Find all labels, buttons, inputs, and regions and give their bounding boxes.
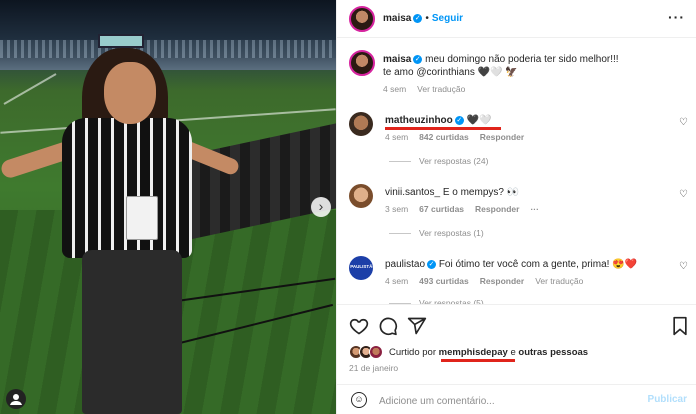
comment-author[interactable]: vinii.santos_ (385, 187, 440, 198)
liked-by-connector: e (510, 347, 516, 358)
reply-link[interactable]: Responder (475, 204, 519, 214)
view-replies[interactable]: Ver respostas (1) (389, 228, 484, 238)
stadium-screen (98, 34, 144, 48)
liked-by-others[interactable]: outras pessoas (518, 347, 588, 358)
liked-by-user[interactable]: memphisdepay (439, 347, 508, 358)
comment-meta: 4 sem 842 curtidas Responder (385, 132, 535, 142)
verified-icon: ✓ (413, 54, 423, 64)
author-name[interactable]: maisa (383, 13, 411, 24)
caption-author[interactable]: maisa (383, 54, 411, 65)
comment-time[interactable]: 4 sem (385, 132, 408, 142)
tag-icon[interactable] (6, 389, 26, 409)
translate-link[interactable]: Ver tradução (535, 276, 583, 286)
caption-text-line2: te amo @corinthians 🖤🤍 🦅 (383, 67, 518, 78)
person-face (104, 62, 156, 124)
comment-input[interactable] (379, 393, 629, 409)
follow-button[interactable]: Seguir (432, 13, 463, 24)
heart-icon[interactable]: ♡ (679, 117, 688, 128)
comment-meta: 3 sem 67 curtidas Responder ··· (385, 204, 550, 214)
avatar-text: PAULISTÃO (350, 264, 373, 270)
comment-avatar[interactable] (349, 112, 373, 136)
comment-text: Foi ótimo ter você com a gente, prima! 😍… (438, 259, 638, 270)
caption-time[interactable]: 4 sem (383, 84, 406, 94)
header-user: maisa ✓ • Seguir (383, 13, 463, 24)
person-pants (82, 250, 182, 414)
comment: vinii.santos_ E o mempys? 👀 (385, 186, 519, 199)
separator: • (425, 13, 429, 24)
comment-author[interactable]: paulistao (385, 259, 425, 270)
post-header: maisa ✓ • Seguir ··· (337, 0, 696, 38)
liked-by-prefix: Curtido por (389, 347, 436, 358)
caption: maisa ✓ meu domingo não poderia ter sido … (383, 53, 683, 79)
liked-by-avatars (349, 345, 389, 359)
action-bar (337, 304, 696, 346)
verified-icon: ✓ (427, 259, 437, 269)
share-icon[interactable] (407, 316, 427, 339)
heart-icon[interactable] (349, 316, 369, 339)
comment-text: E o mempys? 👀 (442, 187, 520, 198)
reply-link[interactable]: Responder (480, 276, 524, 286)
comment-icon[interactable] (378, 316, 398, 339)
add-comment-bar: ☺ Publicar (337, 384, 696, 414)
post-panel: maisa ✓ • Seguir ··· maisa ✓ meu domingo não… (336, 0, 696, 414)
comment-text: 🖤🤍 (466, 115, 492, 126)
liked-by: Curtido por memphisdepay e outras pessoa… (389, 347, 588, 358)
caption-avatar[interactable] (349, 50, 375, 76)
stadium-stands (0, 0, 336, 70)
comment: paulistao ✓ Foi ótimo ter você com a gent… (385, 258, 637, 271)
comment-more-icon[interactable]: ··· (530, 204, 539, 214)
chevron-right-icon[interactable]: › (311, 197, 331, 217)
avatar[interactable] (349, 6, 375, 32)
post-photo[interactable]: › (0, 0, 336, 414)
comment-author[interactable]: matheuzinhoo (385, 115, 453, 126)
verified-icon: ✓ (413, 13, 423, 23)
comment-avatar[interactable]: PAULISTÃO (349, 256, 373, 280)
verified-icon: ✓ (454, 115, 464, 125)
more-options-icon[interactable]: ··· (668, 9, 685, 25)
comment-time[interactable]: 4 sem (385, 276, 408, 286)
comment: matheuzinhoo ✓ 🖤🤍 (385, 114, 491, 127)
annotation-underline (385, 127, 501, 130)
heart-icon[interactable]: ♡ (679, 189, 688, 200)
comment-likes[interactable]: 67 curtidas (419, 204, 464, 214)
annotation-underline (441, 359, 515, 362)
avatar (369, 345, 383, 359)
translate-link[interactable]: Ver tradução (417, 84, 465, 94)
comment-time[interactable]: 3 sem (385, 204, 408, 214)
caption-meta: 4 sem Ver tradução (383, 84, 476, 94)
reply-link[interactable]: Responder (480, 132, 524, 142)
caption-text-line1: meu domingo não poderia ter sido melhor!… (425, 54, 619, 65)
person-badge (126, 196, 158, 240)
view-replies[interactable]: Ver respostas (24) (389, 156, 488, 166)
pitch-line (3, 73, 57, 105)
emoji-icon[interactable]: ☺ (351, 392, 367, 408)
comment-meta: 4 sem 493 curtidas Responder Ver tradução (385, 276, 594, 286)
bookmark-icon[interactable] (671, 316, 689, 339)
publish-button[interactable]: Publicar (648, 394, 687, 405)
comment-likes[interactable]: 493 curtidas (419, 276, 469, 286)
comment-likes[interactable]: 842 curtidas (419, 132, 469, 142)
comment-avatar[interactable] (349, 184, 373, 208)
post-date[interactable]: 21 de janeiro (349, 363, 398, 373)
heart-icon[interactable]: ♡ (679, 261, 688, 272)
